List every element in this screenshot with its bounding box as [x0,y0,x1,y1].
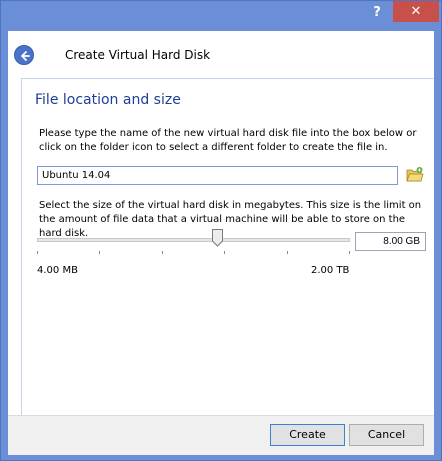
section-title: File location and size [35,92,181,108]
size-slider-track[interactable] [37,238,350,242]
cancel-button[interactable]: Cancel [349,424,424,446]
file-name-input[interactable] [37,166,398,185]
slider-tick [349,251,350,254]
back-button[interactable] [14,45,34,65]
dialog-window: ? ✕ Create Virtual Hard Disk File locati… [0,0,442,461]
slider-tick [286,251,288,254]
slider-tick [161,251,163,254]
range-min-label: 4.00 MB [37,265,78,276]
content-panel: File location and size Please type the n… [21,78,434,429]
dialog-title: Create Virtual Hard Disk [65,48,211,62]
dialog-client: Create Virtual Hard Disk File location a… [8,31,434,455]
slider-tick [224,251,226,254]
dialog-header: Create Virtual Hard Disk [8,31,434,78]
dialog-footer: Create Cancel [8,415,434,455]
range-max-label: 2.00 TB [311,265,350,276]
create-button[interactable]: Create [270,424,345,446]
help-button[interactable]: ? [364,3,390,23]
slider-tick [37,251,38,254]
title-bar: ? ✕ [1,1,441,31]
location-description: Please type the name of the new virtual … [39,128,417,153]
close-button[interactable]: ✕ [393,1,439,22]
arrow-left-icon [21,51,30,61]
slider-tick [99,251,101,254]
folder-icon [406,167,424,182]
folder-browse-button[interactable] [405,165,425,185]
size-input[interactable] [355,232,426,251]
size-slider-thumb[interactable] [211,229,223,247]
